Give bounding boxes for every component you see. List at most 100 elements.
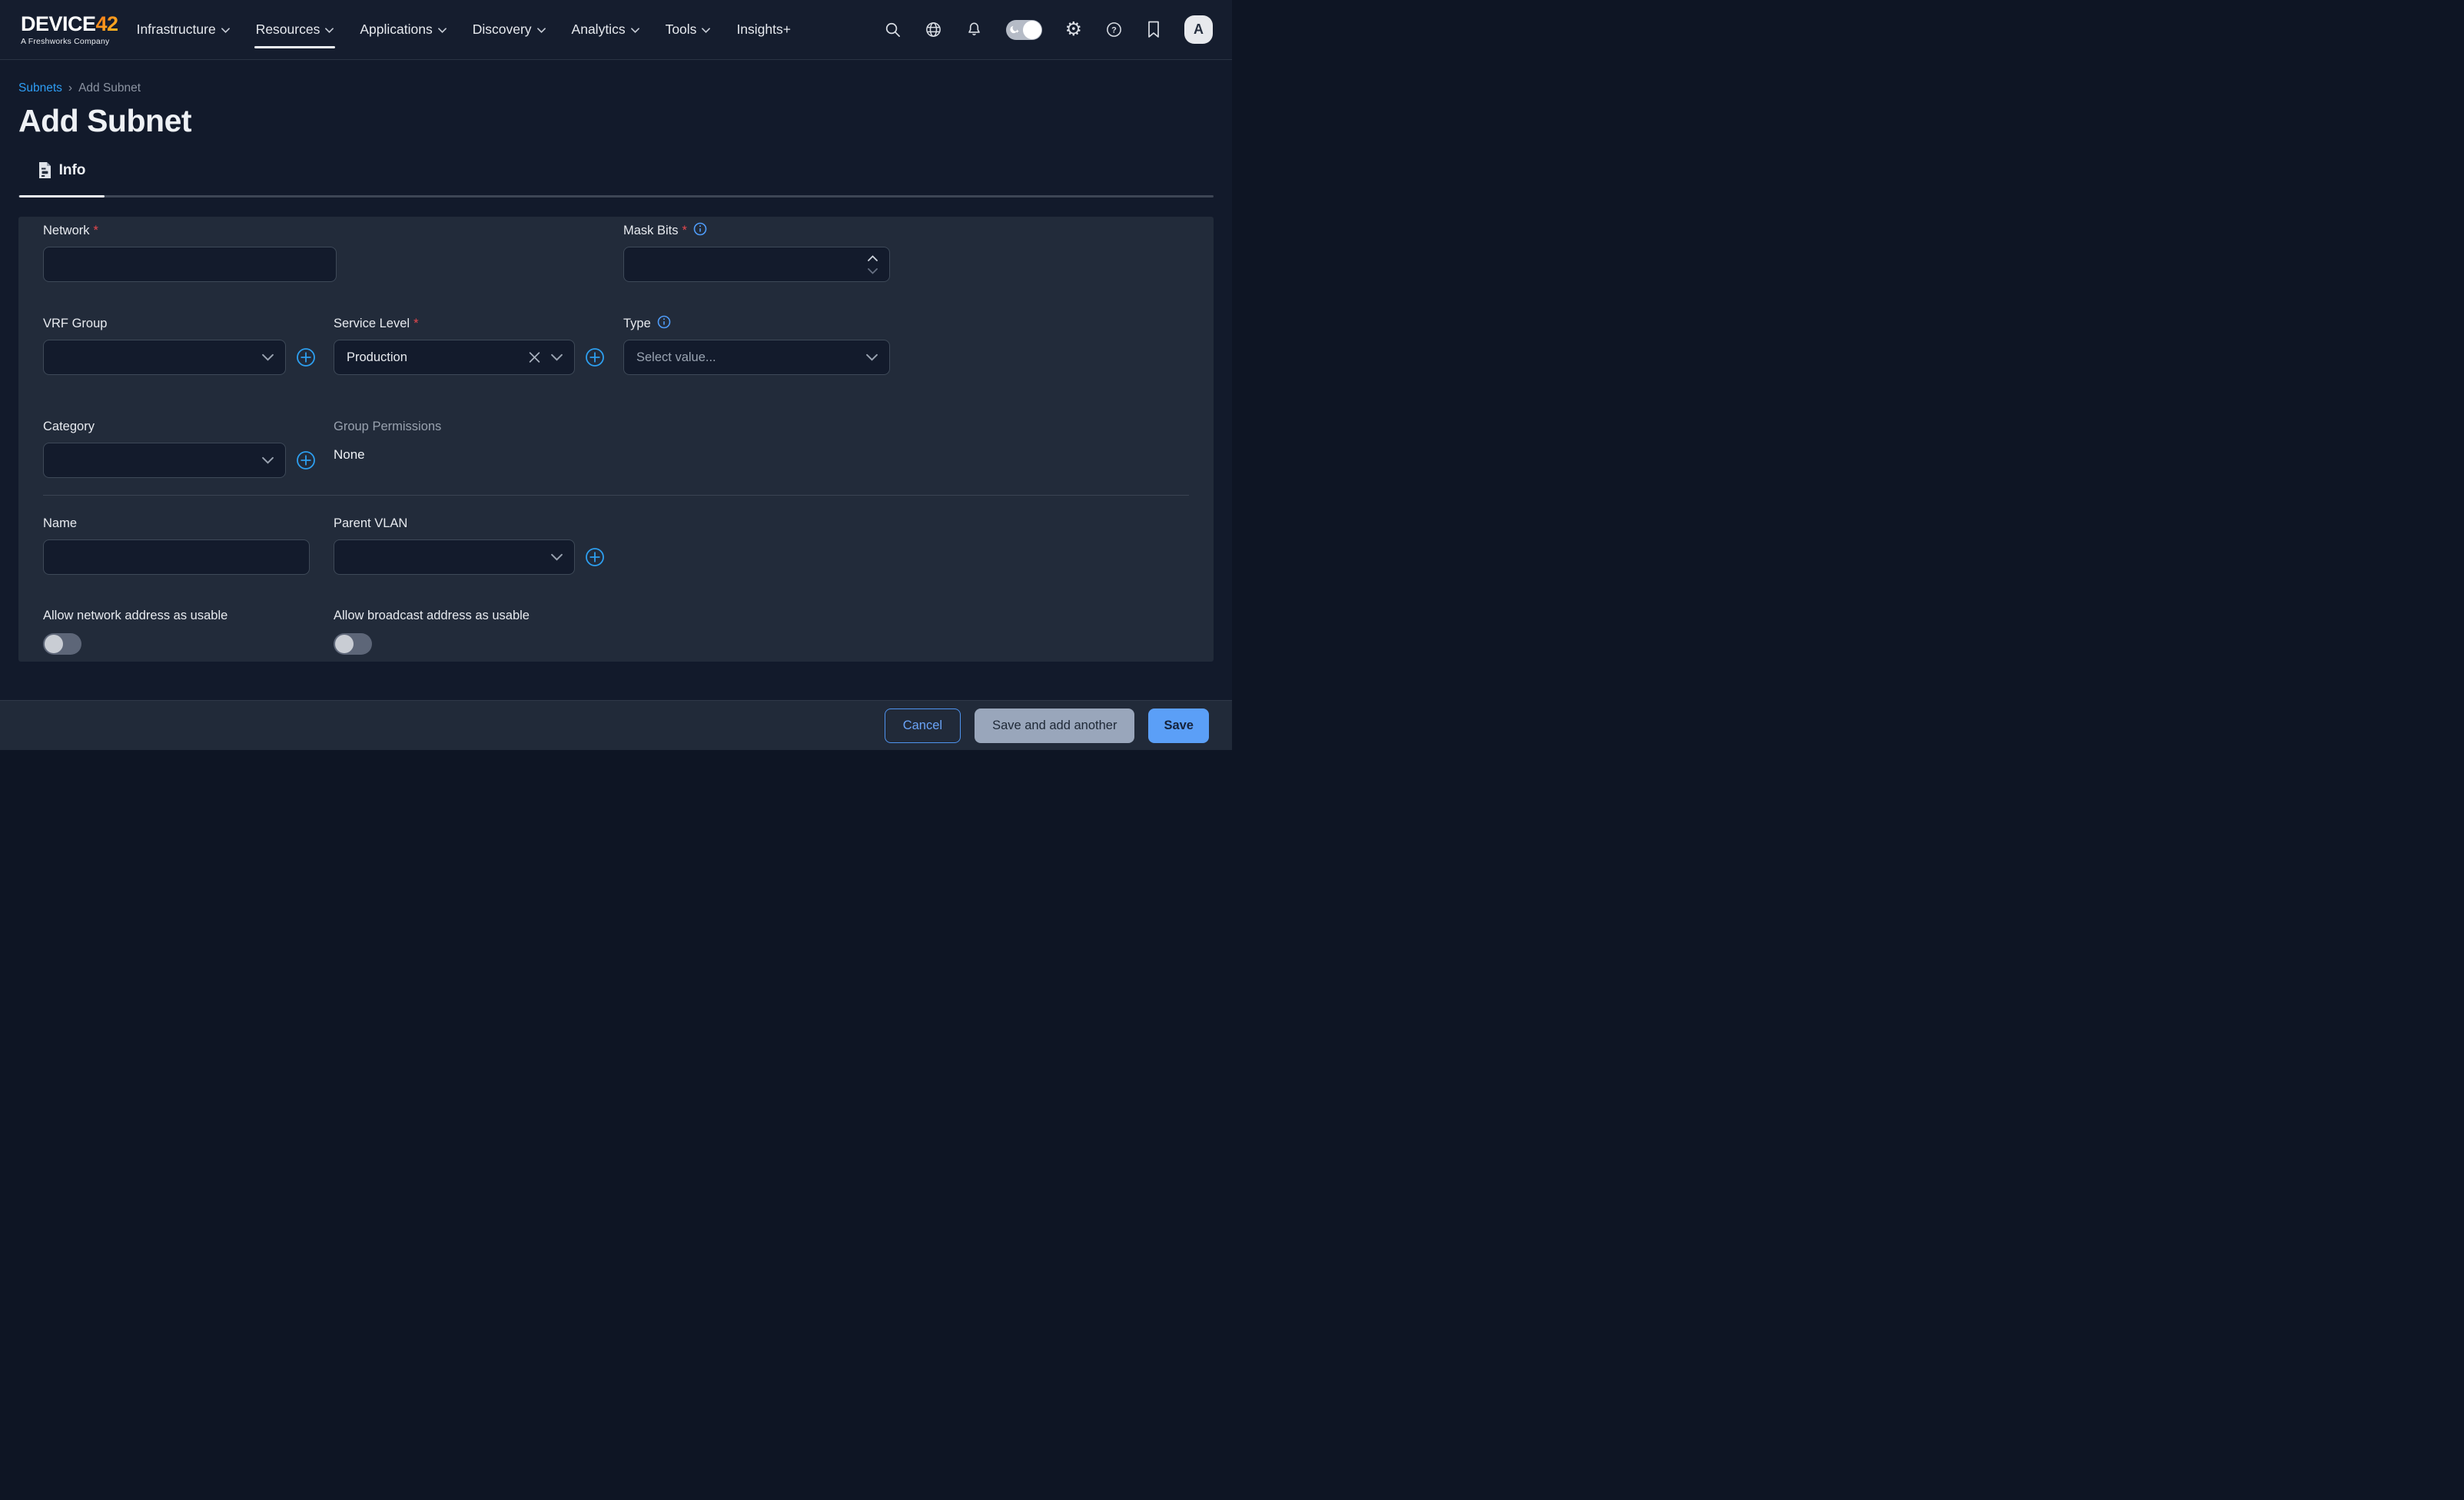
vrf-group-label: VRF Group: [43, 316, 320, 331]
vrf-group-select[interactable]: [43, 340, 286, 375]
toggle-knob: [335, 635, 354, 653]
add-service-level-button[interactable]: [585, 347, 605, 367]
mask-bits-input[interactable]: [623, 247, 890, 282]
main-nav: Infrastructure Resources Applications Di…: [137, 0, 791, 59]
user-avatar[interactable]: A: [1184, 15, 1213, 44]
save-button[interactable]: Save: [1148, 709, 1209, 743]
add-vrf-group-button[interactable]: [296, 347, 316, 367]
nav-item-tools[interactable]: Tools: [666, 0, 711, 59]
nav-item-insights-plus[interactable]: Insights+: [736, 0, 791, 59]
label-text: Parent VLAN: [334, 516, 407, 531]
chevron-down-icon: [262, 354, 274, 361]
chevron-down-icon: [438, 28, 447, 33]
allow-broadcast-address-label: Allow broadcast address as usable: [334, 608, 641, 623]
svg-text:?: ?: [1111, 26, 1117, 35]
category-field-group: Category: [43, 419, 320, 478]
service-level-label: Service Level *: [334, 316, 609, 331]
label-text: Type: [623, 317, 651, 331]
network-field-group: Network *: [43, 223, 337, 282]
bookmark-icon[interactable]: [1146, 21, 1161, 38]
tab-info[interactable]: Info: [19, 162, 105, 197]
chevron-down-icon: [866, 354, 878, 361]
mask-bits-label: Mask Bits *: [623, 223, 890, 238]
device42-logo[interactable]: DEVICE42 A Freshworks Company: [21, 14, 118, 46]
network-input[interactable]: [43, 247, 337, 282]
dark-mode-toggle[interactable]: [1006, 20, 1042, 40]
save-and-add-another-button[interactable]: Save and add another: [975, 709, 1134, 743]
toggle-knob: [1023, 21, 1041, 39]
info-icon[interactable]: [693, 222, 707, 240]
main-content: Subnets › Add Subnet Add Subnet Info Net…: [0, 81, 1232, 662]
allow-broadcast-address-toggle[interactable]: [334, 633, 372, 655]
category-select[interactable]: [43, 443, 286, 478]
spinner-down-button[interactable]: [868, 268, 878, 274]
label-text: Allow broadcast address as usable: [334, 609, 530, 623]
required-marker: *: [413, 317, 418, 331]
section-divider: [43, 495, 1189, 496]
globe-icon[interactable]: [925, 21, 942, 38]
chevron-down-icon: [551, 354, 563, 361]
nav-item-analytics[interactable]: Analytics: [572, 0, 639, 59]
type-field-group: Type Select value...: [623, 316, 890, 375]
allow-network-address-group: Allow network address as usable: [43, 608, 320, 655]
nav-item-discovery[interactable]: Discovery: [473, 0, 546, 59]
mask-bits-field-group: Mask Bits *: [623, 223, 890, 282]
group-permissions-value: None: [334, 447, 610, 463]
breadcrumb-subnets-link[interactable]: Subnets: [18, 81, 62, 95]
info-icon[interactable]: [657, 315, 671, 333]
settings-gear-icon[interactable]: ⚙: [1065, 20, 1082, 39]
spinner-up-button[interactable]: [868, 255, 878, 261]
label-text: VRF Group: [43, 317, 107, 331]
subnet-form-panel: Network * Mask Bits *: [18, 217, 1214, 662]
name-input[interactable]: [43, 539, 310, 575]
label-text: Group Permissions: [334, 420, 441, 434]
label-text: Category: [43, 420, 95, 434]
cancel-button[interactable]: Cancel: [885, 709, 961, 743]
nav-label: Discovery: [473, 22, 532, 38]
breadcrumb-current: Add Subnet: [78, 81, 141, 95]
chevron-down-icon: [702, 28, 710, 33]
page-title: Add Subnet: [18, 103, 1214, 139]
notifications-bell-icon[interactable]: [965, 21, 983, 38]
toggle-knob: [45, 635, 63, 653]
label-text: Service Level: [334, 317, 410, 331]
parent-vlan-select[interactable]: [334, 539, 575, 575]
header-actions: ⚙ ? A: [884, 15, 1213, 44]
clear-icon[interactable]: [529, 352, 540, 363]
label-text: Allow network address as usable: [43, 609, 227, 623]
allow-broadcast-address-group: Allow broadcast address as usable: [334, 608, 641, 655]
nav-item-applications[interactable]: Applications: [360, 0, 446, 59]
category-label: Category: [43, 419, 320, 434]
type-select[interactable]: Select value...: [623, 340, 890, 375]
form-action-bar: Cancel Save and add another Save: [0, 700, 1232, 750]
moon-icon: [1009, 24, 1021, 39]
label-text: Network: [43, 224, 90, 238]
nav-item-infrastructure[interactable]: Infrastructure: [137, 0, 230, 59]
chevron-down-icon: [221, 28, 230, 33]
nav-label: Tools: [666, 22, 697, 38]
allow-network-address-label: Allow network address as usable: [43, 608, 320, 623]
breadcrumb: Subnets › Add Subnet: [18, 81, 1214, 95]
chevron-down-icon: [262, 457, 274, 464]
nav-item-resources[interactable]: Resources: [256, 0, 334, 59]
add-parent-vlan-button[interactable]: [585, 547, 605, 567]
label-text: Name: [43, 516, 77, 531]
add-subnet-page: DEVICE42 A Freshworks Company Infrastruc…: [0, 0, 1232, 750]
required-marker: *: [682, 224, 687, 238]
search-icon[interactable]: [884, 21, 902, 38]
label-text: Mask Bits: [623, 224, 679, 238]
name-field-group: Name: [43, 516, 310, 575]
allow-network-address-toggle[interactable]: [43, 633, 81, 655]
network-label: Network *: [43, 223, 337, 238]
service-level-field-group: Service Level * Production: [334, 316, 609, 375]
chevron-down-icon: [537, 28, 546, 33]
nav-label: Applications: [360, 22, 432, 38]
breadcrumb-separator: ›: [68, 81, 72, 95]
help-icon[interactable]: ?: [1105, 21, 1123, 38]
select-placeholder: Select value...: [636, 350, 716, 365]
select-value: Production: [347, 350, 407, 365]
nav-label: Analytics: [572, 22, 626, 38]
add-category-button[interactable]: [296, 450, 316, 470]
service-level-select[interactable]: Production: [334, 340, 575, 375]
logo-text: DEVICE: [21, 12, 96, 35]
